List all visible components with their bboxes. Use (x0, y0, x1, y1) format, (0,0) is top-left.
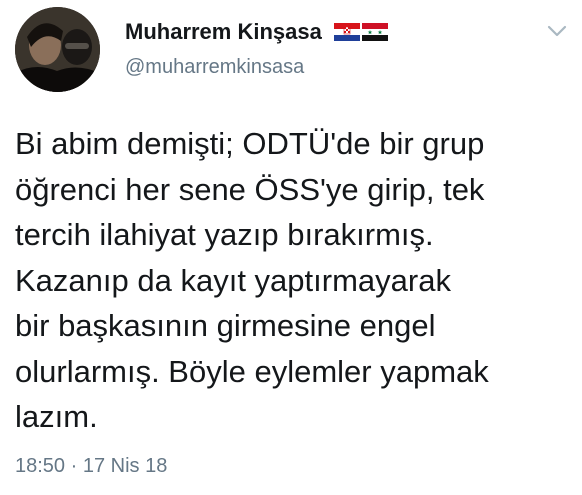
tweet-timestamp[interactable]: 18:50 · 17 Nis 18 (15, 455, 167, 478)
avatar-image (15, 7, 100, 92)
tweet-text: Bi abim demişti; ODTÜ'de bir grup öğrenc… (15, 126, 489, 434)
avatar[interactable] (15, 7, 100, 92)
syria-flag-icon (362, 23, 388, 41)
tweet-card: Muharrem Kinşasa @muharremkinsasa Bi abi… (0, 0, 582, 495)
user-handle[interactable]: @muharremkinsasa (125, 56, 304, 79)
display-name[interactable]: Muharrem Kinşasa (125, 19, 322, 45)
chevron-down-icon[interactable] (547, 24, 567, 38)
flag-emojis (334, 23, 388, 41)
croatia-flag-icon (334, 23, 360, 41)
